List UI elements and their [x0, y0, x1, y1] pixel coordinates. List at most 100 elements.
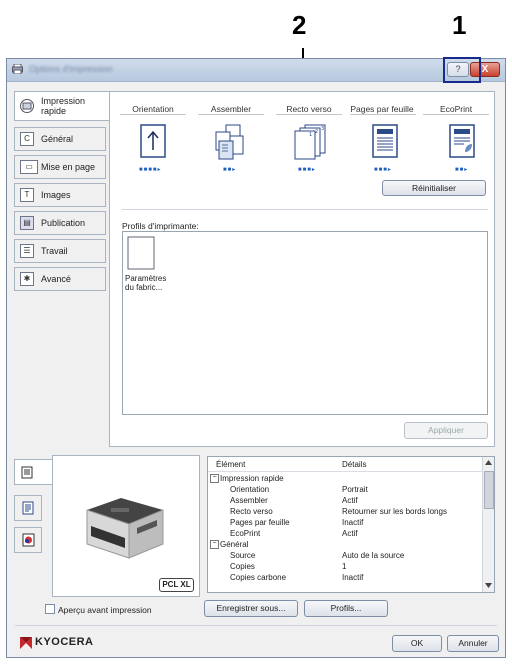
- callout-number-1: 1: [452, 10, 467, 40]
- document-icon: [127, 236, 155, 270]
- option-divider: [198, 114, 264, 115]
- printer-icon: [12, 64, 23, 74]
- orientation-dots: ■■■■▸: [139, 167, 162, 173]
- tree-row-label: Source: [230, 551, 256, 560]
- scroll-down-icon[interactable]: [485, 583, 492, 588]
- ok-button[interactable]: OK: [392, 635, 442, 652]
- tree-row-label: Impression rapide: [220, 474, 284, 483]
- header-divider: [208, 471, 484, 472]
- tree-row: − Impression rapide: [208, 474, 484, 483]
- tree-row-label: EcoPrint: [230, 529, 261, 538]
- svg-text:1: 1: [309, 132, 312, 138]
- job-icon: ☰: [20, 244, 34, 258]
- pages-per-sheet-icon[interactable]: [370, 124, 400, 160]
- window-title: Options d'impression: [29, 64, 113, 74]
- ecoprint-icon[interactable]: [447, 124, 477, 160]
- callout-number-2: 2: [292, 10, 307, 40]
- sidebar-item-label: Images: [41, 190, 71, 200]
- tree-row-value: Retourner sur les bords longs: [342, 507, 447, 516]
- sidebar-item-job[interactable]: ☰ Travail: [14, 239, 106, 263]
- tree-row: Source Auto de la source: [208, 551, 484, 560]
- option-header-pages-per-sheet: Pages par feuille: [350, 104, 414, 114]
- divider: [122, 209, 488, 210]
- tab-color-preview[interactable]: [14, 527, 42, 553]
- orientation-portrait-icon[interactable]: [137, 124, 169, 160]
- option-divider: [423, 114, 489, 115]
- tree-row-label: Orientation: [230, 485, 270, 494]
- duplex-icon[interactable]: 1 2 3: [290, 124, 328, 160]
- tree-row-label: Copies: [230, 562, 255, 571]
- tree-row-value: Inactif: [342, 518, 364, 527]
- ecoprint-dots: ■■▸: [455, 167, 469, 173]
- tree-row-label: Recto verso: [230, 507, 273, 516]
- sidebar-item-advanced[interactable]: ✱ Avancé: [14, 267, 106, 291]
- option-divider: [276, 114, 342, 115]
- svg-text:2: 2: [315, 129, 318, 135]
- advanced-icon: ✱: [20, 272, 34, 286]
- apply-button[interactable]: Appliquer: [404, 422, 488, 439]
- publishing-icon: ▤: [20, 216, 34, 230]
- scroll-up-icon[interactable]: [485, 460, 492, 465]
- collate-icon[interactable]: [214, 124, 248, 160]
- sidebar-item-images[interactable]: T Images: [14, 183, 106, 207]
- profile-item[interactable]: Paramètres du fabric...: [125, 236, 173, 296]
- print-options-window: Options d'impression ? X Impression rapi…: [6, 58, 506, 658]
- tree-row-label: Général: [220, 540, 249, 549]
- tree-row-value: Actif: [342, 496, 358, 505]
- duplex-dots: ■■■▸: [298, 167, 316, 173]
- sidebar-item-label: Mise en page: [41, 162, 96, 172]
- profiles-button[interactable]: Profils...: [304, 600, 388, 617]
- sidebar-item-label: Travail: [41, 246, 68, 256]
- title-bar: Options d'impression ? X: [7, 59, 505, 82]
- tree-row-label: Copies carbone: [230, 573, 287, 582]
- settings-summary-tree: Élément Détails − Impression rapide Orient…: [207, 456, 495, 593]
- tree-row: Orientation Portrait: [208, 485, 484, 494]
- sidebar-item-publishing[interactable]: ▤ Publication: [14, 211, 106, 235]
- footer-divider: [15, 625, 497, 626]
- option-header-collate: Assembler: [210, 104, 252, 114]
- sidebar-item-layout[interactable]: ▭ Mise en page: [14, 155, 106, 179]
- callout-box-help: [443, 57, 481, 83]
- option-divider: [350, 114, 416, 115]
- tree-row: − Général: [208, 540, 484, 549]
- profiles-list[interactable]: Paramètres du fabric...: [122, 231, 488, 415]
- column-header-element: Élément: [216, 460, 246, 469]
- sidebar-item-general[interactable]: C Général: [14, 127, 106, 151]
- brand-logo-text: KYOCERA: [35, 636, 94, 648]
- sidebar-item-label: Publication: [41, 218, 86, 228]
- tree-row-value: Portrait: [342, 485, 368, 494]
- color-icon: [22, 533, 35, 547]
- tree-row-label: Assembler: [230, 496, 268, 505]
- collapse-toggle-icon[interactable]: −: [210, 540, 219, 549]
- printer-image: [86, 498, 164, 559]
- profile-item-label: Paramètres du fabric...: [125, 274, 167, 292]
- general-icon: C: [20, 132, 34, 146]
- option-divider: [120, 114, 186, 115]
- save-as-button[interactable]: Enregistrer sous...: [204, 600, 298, 617]
- tree-row: Assembler Actif: [208, 496, 484, 505]
- scroll-thumb[interactable]: [484, 471, 494, 509]
- tab-document-preview[interactable]: [14, 495, 42, 521]
- tree-scrollbar[interactable]: [482, 457, 494, 592]
- quick-print-panel: Orientation Assembler Recto verso Pages …: [109, 91, 495, 447]
- tab-printer-preview[interactable]: [14, 459, 53, 485]
- collapse-toggle-icon[interactable]: −: [210, 474, 219, 483]
- option-header-ecoprint: EcoPrint: [439, 104, 473, 114]
- tree-row: Recto verso Retourner sur les bords longs: [208, 507, 484, 516]
- print-preview-checkbox[interactable]: [45, 604, 55, 614]
- sidebar-item-label: Avancé: [41, 274, 71, 284]
- printer-icon: [21, 466, 33, 479]
- cancel-button[interactable]: Annuler: [447, 635, 499, 652]
- pages-dots: ■■■▸: [374, 167, 392, 173]
- tree-row-value: Inactif: [342, 573, 364, 582]
- kyocera-logo-icon: [20, 637, 32, 649]
- sidebar-item-quick-print[interactable]: Impression rapide: [14, 91, 115, 121]
- sidebar-item-label: Général: [41, 134, 74, 144]
- reset-button[interactable]: Réinitialiser: [382, 180, 486, 196]
- quick-print-icon: [20, 99, 34, 113]
- pcl-xl-badge: PCL XL: [159, 578, 194, 592]
- option-header-orientation: Orientation: [132, 104, 174, 114]
- document-icon: [22, 501, 34, 515]
- tree-row-value: 1: [342, 562, 347, 571]
- layout-icon: ▭: [20, 160, 38, 174]
